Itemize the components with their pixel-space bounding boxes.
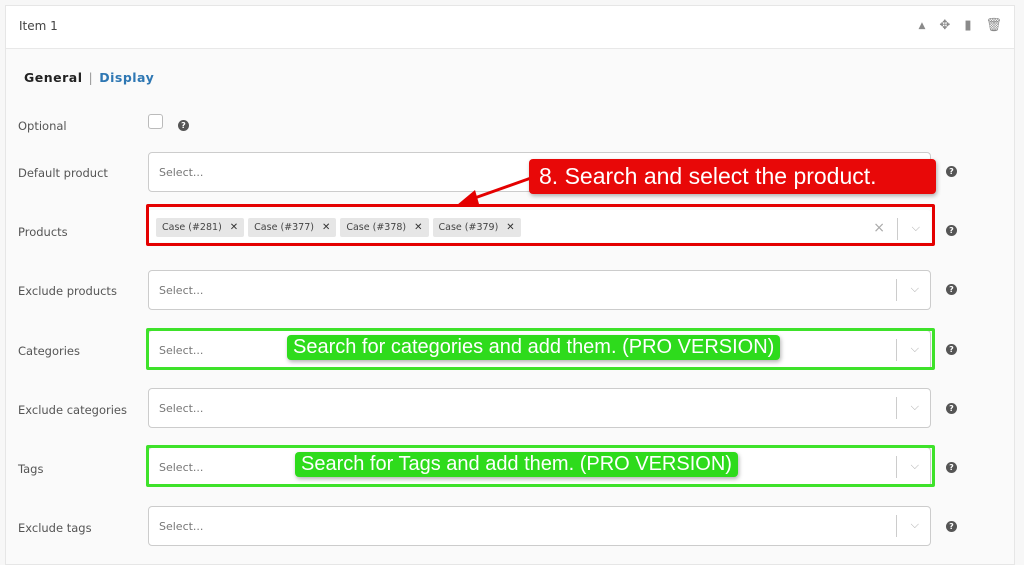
tags-label: Tags [18,462,44,476]
exclude-products-select[interactable]: Select... ⌵ [148,270,931,310]
divider [896,279,897,301]
chevron-down-icon[interactable]: ⌵ [911,400,919,414]
categories-annotation: Search for categories and add them. (PRO… [287,335,781,360]
placeholder: Select... [159,520,204,533]
tags-annotation: Search for Tags and add them. (PRO VERSI… [295,452,738,477]
divider [896,397,897,419]
optional-label: Optional [18,119,67,133]
help-icon[interactable]: ? [946,521,957,532]
exclude-tags-label: Exclude tags [18,521,92,535]
exclude-categories-select[interactable]: Select... ⌵ [148,388,931,428]
move-icon[interactable]: ✥ [939,18,950,33]
panel-header: Item 1 ▲ ✥ ▮ 🗑 [6,6,1014,49]
optional-checkbox[interactable] [148,114,163,129]
chevron-down-icon[interactable]: ⌵ [911,518,919,532]
help-icon[interactable]: ? [946,284,957,295]
default-product-label: Default product [18,166,108,180]
placeholder: Select... [159,284,204,297]
exclude-tags-select[interactable]: Select... ⌵ [148,506,931,546]
help-icon[interactable]: ? [946,403,957,414]
tab-general[interactable]: General [24,70,83,85]
tabs: General | Display [24,70,154,85]
help-icon[interactable]: ? [946,344,957,355]
exclude-products-label: Exclude products [18,284,117,298]
duplicate-icon[interactable]: ▮ [964,18,971,33]
tab-separator: | [88,70,94,85]
divider [896,515,897,537]
products-annotation: 8. Search and select the product. [529,159,936,194]
help-icon[interactable]: ? [946,166,957,177]
item-title: Item 1 [19,19,58,33]
collapse-arrow-icon[interactable]: ▲ [919,21,926,31]
chevron-down-icon[interactable]: ⌵ [911,282,919,296]
annotation-arrow-icon [457,176,532,205]
categories-label: Categories [18,344,80,358]
help-icon[interactable]: ? [178,120,189,131]
help-icon[interactable]: ? [946,462,957,473]
tab-display[interactable]: Display [99,70,154,85]
trash-icon[interactable]: 🗑 [985,18,1002,33]
products-highlight-box [146,204,935,246]
products-label: Products [18,225,68,239]
help-icon[interactable]: ? [946,225,957,236]
placeholder: Select... [159,402,204,415]
exclude-categories-label: Exclude categories [18,403,127,417]
placeholder: Select... [159,166,204,179]
